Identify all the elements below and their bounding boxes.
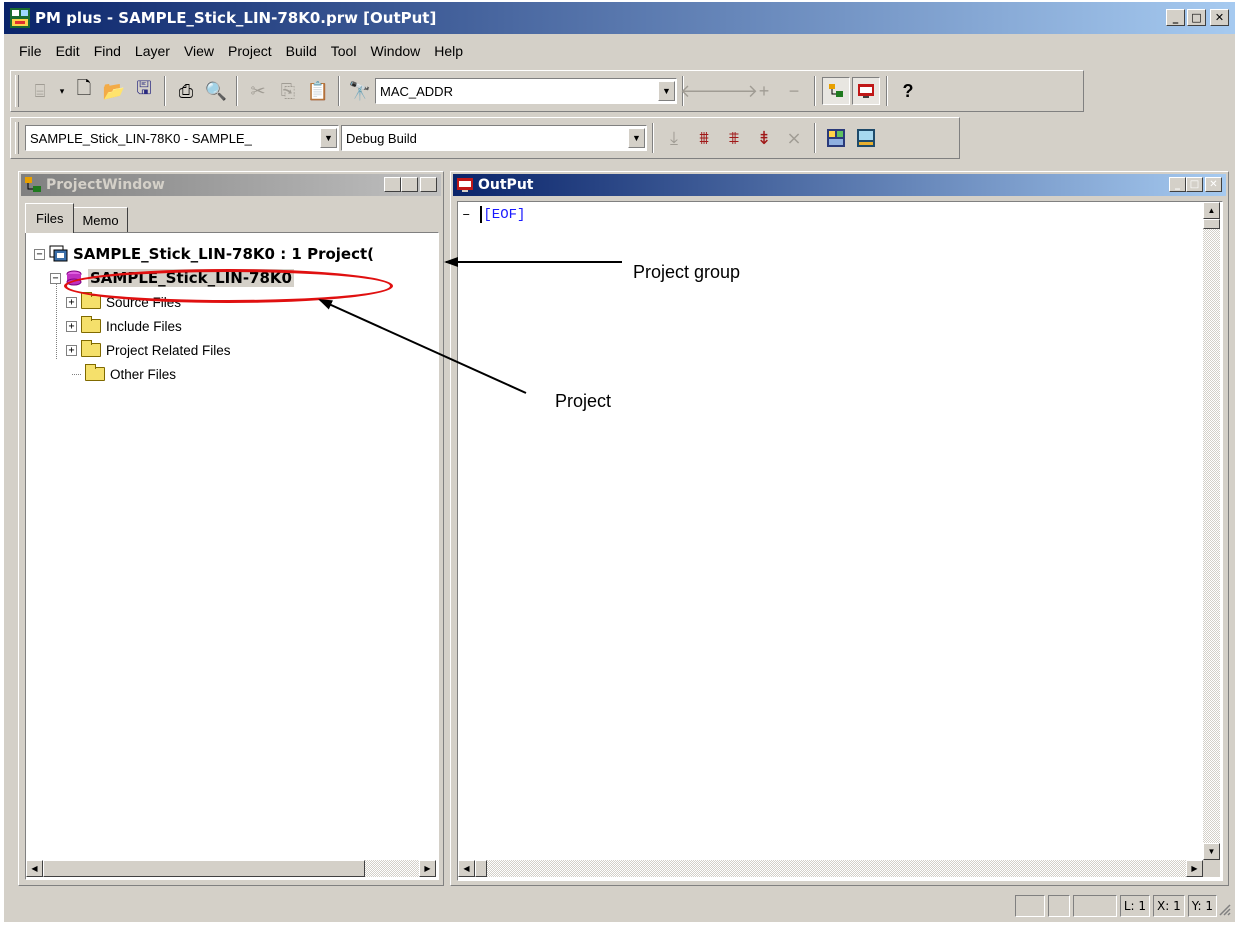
annotation-project-group: Project group bbox=[633, 262, 741, 282]
annotation-project: Project bbox=[555, 391, 612, 411]
annotation-arrows bbox=[318, 257, 622, 394]
arrow-to-project bbox=[318, 299, 527, 394]
tab-files[interactable]: Files bbox=[25, 203, 75, 233]
